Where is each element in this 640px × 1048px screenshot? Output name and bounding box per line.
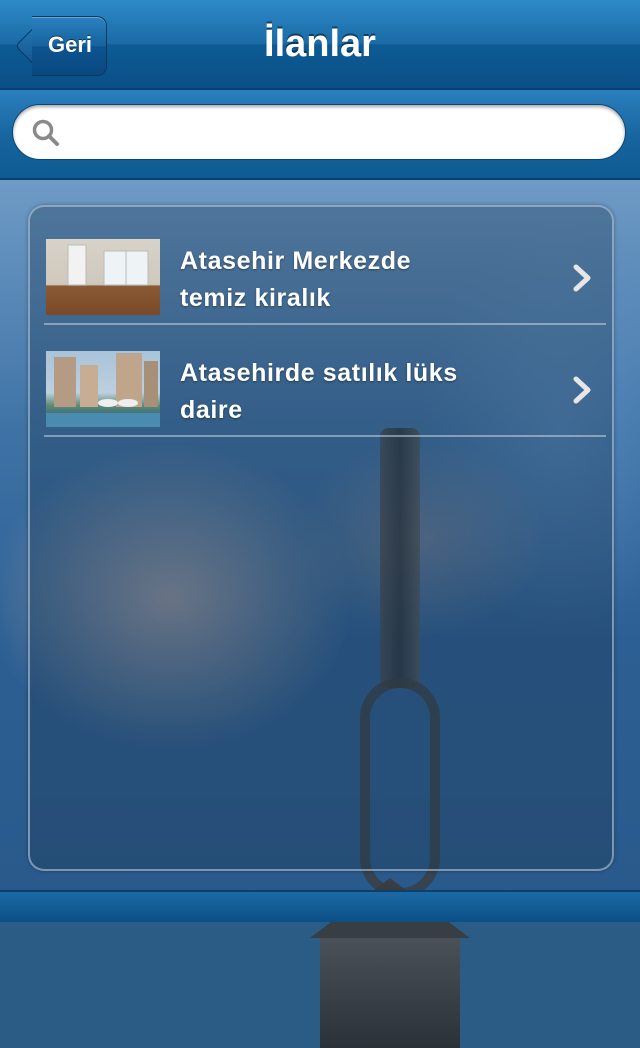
listing-row[interactable]: Atasehir Merkezde temiz kiralık [44,213,606,325]
listing-thumbnail [46,239,160,315]
back-button[interactable]: Geri [10,16,107,76]
bottom-bar [0,890,640,922]
back-button-label: Geri [47,32,93,57]
chevron-right-icon [573,376,591,404]
listings-panel: Atasehir Merkezde temiz kiralık Atasehir… [28,205,614,871]
page-title: İlanlar [264,23,376,65]
search-bar [0,90,640,180]
listing-thumbnail [46,351,160,427]
chevron-right-icon [573,264,591,292]
search-field[interactable] [12,104,626,160]
search-input[interactable] [73,113,607,153]
navigation-bar: Geri İlanlar [0,0,640,90]
listing-title: Atasehir Merkezde temiz kiralık [180,247,412,312]
listing-title: Atasehirde satılık lüks daire [180,359,458,424]
search-icon [32,119,59,146]
listing-row[interactable]: Atasehirde satılık lüks daire [44,325,606,437]
